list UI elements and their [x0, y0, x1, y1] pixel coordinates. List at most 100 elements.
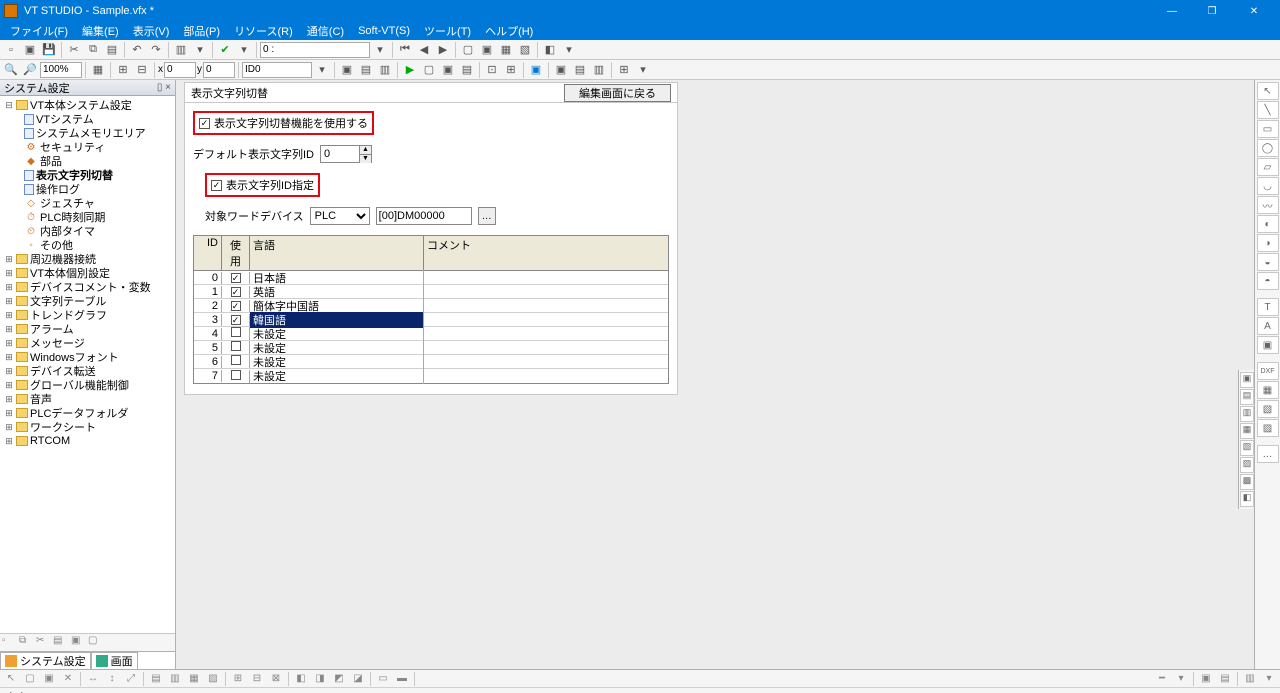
- tb2-b-icon[interactable]: ▤: [357, 61, 375, 79]
- tree-item[interactable]: ⊞音声: [0, 392, 175, 406]
- tree-item[interactable]: システムメモリエリア: [0, 126, 175, 140]
- mini-new-icon[interactable]: ▫: [2, 635, 18, 651]
- rf-icon[interactable]: ▣: [1240, 372, 1254, 388]
- id-dropdown-icon[interactable]: ▾: [313, 61, 331, 79]
- tree-item[interactable]: ⏱PLC時刻同期: [0, 210, 175, 224]
- tree-item[interactable]: ⊞VT本体個別設定: [0, 266, 175, 280]
- bb-icon[interactable]: ▣: [40, 671, 58, 687]
- tree-item[interactable]: ⊞ワークシート: [0, 420, 175, 434]
- tree-item[interactable]: 操作ログ: [0, 182, 175, 196]
- bb-icon[interactable]: ◧: [292, 671, 310, 687]
- tool-dropdown2-icon[interactable]: ▾: [235, 41, 253, 59]
- checkbox-icon[interactable]: [211, 180, 222, 191]
- menu-view[interactable]: 表示(V): [127, 23, 176, 39]
- grid-icon[interactable]: ▦: [89, 61, 107, 79]
- mini-a-icon[interactable]: ▣: [71, 635, 87, 651]
- mini-b-icon[interactable]: ▢: [88, 635, 104, 651]
- y-input[interactable]: [203, 62, 235, 78]
- col-comment[interactable]: コメント: [424, 236, 668, 270]
- redo-icon[interactable]: ↷: [147, 41, 165, 59]
- bb-icon[interactable]: ▤: [1216, 671, 1234, 687]
- tool-z-icon[interactable]: ▨: [1257, 419, 1279, 437]
- tree-item[interactable]: ◆部品: [0, 154, 175, 168]
- tb2-l-icon[interactable]: ▤: [571, 61, 589, 79]
- align-2-icon[interactable]: ⊟: [133, 61, 151, 79]
- back-to-edit-button[interactable]: 編集画面に戻る: [564, 84, 671, 102]
- col-id[interactable]: ID: [194, 236, 222, 270]
- table-row[interactable]: 7未設定: [194, 369, 668, 383]
- bb-icon[interactable]: ↔: [84, 671, 102, 687]
- menu-parts[interactable]: 部品(P): [177, 23, 226, 39]
- use-checkbox[interactable]: [231, 287, 241, 297]
- undo-icon[interactable]: ↶: [128, 41, 146, 59]
- tree-item[interactable]: ⊞アラーム: [0, 322, 175, 336]
- id-spec-checkbox[interactable]: 表示文字列ID指定: [205, 173, 320, 197]
- rf-icon[interactable]: ▤: [1240, 389, 1254, 405]
- polygon-icon[interactable]: ▱: [1257, 158, 1279, 176]
- rf-icon[interactable]: ▩: [1240, 474, 1254, 490]
- bb-dropdown-icon[interactable]: ▾: [1172, 671, 1190, 687]
- text-icon[interactable]: T: [1257, 298, 1279, 316]
- rf-icon[interactable]: ▥: [1240, 406, 1254, 422]
- menu-file[interactable]: ファイル(F): [4, 23, 74, 39]
- tree-item[interactable]: ◇ジェスチャ: [0, 196, 175, 210]
- menu-tools[interactable]: ツール(T): [418, 23, 477, 39]
- bb-icon[interactable]: ━: [1153, 671, 1171, 687]
- bb-icon[interactable]: ▢: [21, 671, 39, 687]
- combo-dropdown-icon[interactable]: ▾: [371, 41, 389, 59]
- use-checkbox[interactable]: [231, 370, 241, 380]
- bb-icon[interactable]: ✕: [59, 671, 77, 687]
- maximize-button[interactable]: ❐: [1192, 0, 1232, 22]
- menu-comm[interactable]: 通信(C): [301, 23, 350, 39]
- bb-icon[interactable]: ↖: [2, 671, 20, 687]
- align-1-icon[interactable]: ⊞: [114, 61, 132, 79]
- tb2-k-icon[interactable]: ▣: [552, 61, 570, 79]
- bb-icon[interactable]: ⤢: [122, 671, 140, 687]
- bb-icon[interactable]: ◨: [311, 671, 329, 687]
- tree-item[interactable]: ⊞グローバル機能制御: [0, 378, 175, 392]
- zoom-in-icon[interactable]: 🔍: [2, 61, 20, 79]
- rf-icon[interactable]: ▧: [1240, 440, 1254, 456]
- bb-icon[interactable]: ▤: [147, 671, 165, 687]
- x-input[interactable]: [164, 62, 196, 78]
- image-icon[interactable]: ▣: [1257, 336, 1279, 354]
- use-checkbox[interactable]: [231, 341, 241, 351]
- spin-up-icon[interactable]: ▲: [359, 146, 371, 155]
- new-icon[interactable]: ▫: [2, 41, 20, 59]
- tb2-a-icon[interactable]: ▣: [338, 61, 356, 79]
- bb-icon[interactable]: ▧: [204, 671, 222, 687]
- tool-a-icon[interactable]: ▢: [459, 41, 477, 59]
- tree-item[interactable]: ⊞メッセージ: [0, 336, 175, 350]
- use-checkbox[interactable]: [231, 301, 241, 311]
- bb-icon[interactable]: ▥: [166, 671, 184, 687]
- bb-icon[interactable]: ⊞: [229, 671, 247, 687]
- tb2-h-icon[interactable]: ⊡: [483, 61, 501, 79]
- tree-item[interactable]: ⊞文字列テーブル: [0, 294, 175, 308]
- menu-help[interactable]: ヘルプ(H): [479, 23, 539, 39]
- tab-screen[interactable]: 画面: [91, 652, 138, 669]
- print-icon[interactable]: ▥: [172, 41, 190, 59]
- col-lang[interactable]: 言語: [250, 236, 424, 270]
- nav-first-icon[interactable]: ⏮: [396, 41, 414, 59]
- tree-item[interactable]: ⊞デバイスコメント・変数: [0, 280, 175, 294]
- tb2-e-icon[interactable]: ▢: [420, 61, 438, 79]
- use-checkbox[interactable]: [231, 355, 241, 365]
- default-id-spinner[interactable]: ▲▼: [320, 145, 372, 163]
- page-combo[interactable]: [260, 42, 370, 58]
- tree-item-active[interactable]: 表示文字列切替: [0, 168, 175, 182]
- rf-icon[interactable]: ◧: [1240, 491, 1254, 507]
- ellipse-icon[interactable]: ◯: [1257, 139, 1279, 157]
- shape-b-icon[interactable]: ◑: [1257, 234, 1279, 252]
- tree-item[interactable]: ⚙セキュリティ: [0, 140, 175, 154]
- bb-icon[interactable]: ⊠: [267, 671, 285, 687]
- save-icon[interactable]: 💾: [40, 41, 58, 59]
- enable-feature-checkbox[interactable]: 表示文字列切替機能を使用する: [193, 111, 374, 135]
- tb2-j-icon[interactable]: ▣: [527, 61, 545, 79]
- dxf-icon[interactable]: DXF: [1257, 362, 1279, 380]
- tool-y-icon[interactable]: ▧: [1257, 400, 1279, 418]
- paste-icon[interactable]: ▤: [103, 41, 121, 59]
- tb2-c-icon[interactable]: ▥: [376, 61, 394, 79]
- id-combo[interactable]: [242, 62, 312, 78]
- menu-edit[interactable]: 編集(E): [76, 23, 125, 39]
- tree-item[interactable]: ⊞デバイス転送: [0, 364, 175, 378]
